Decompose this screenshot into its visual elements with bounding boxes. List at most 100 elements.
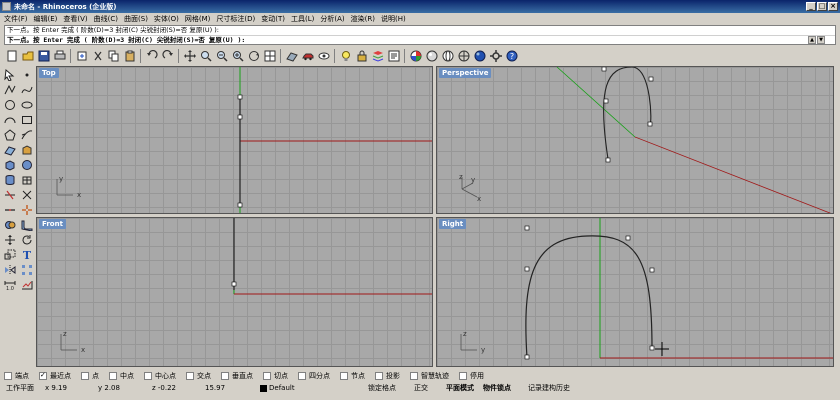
freeform-icon[interactable] bbox=[19, 128, 35, 142]
control-point[interactable] bbox=[237, 94, 243, 100]
move-icon[interactable] bbox=[2, 233, 18, 247]
close-button[interactable]: × bbox=[828, 2, 838, 11]
maximize-button[interactable]: □ bbox=[817, 2, 827, 11]
osnap-option[interactable]: 切点 bbox=[263, 371, 288, 381]
dimension-icon[interactable]: 1.0 bbox=[2, 278, 18, 292]
osnap-option[interactable]: 节点 bbox=[340, 371, 365, 381]
status-layer[interactable]: Default bbox=[260, 383, 295, 394]
four-viewports-icon[interactable] bbox=[262, 49, 277, 64]
viewport-top[interactable]: Top y x bbox=[36, 66, 433, 214]
cplane-icon[interactable] bbox=[284, 49, 299, 64]
explode-icon[interactable] bbox=[19, 203, 35, 217]
extrude-icon[interactable] bbox=[19, 143, 35, 157]
command-prompt[interactable]: 下一点。按 Enter 完成 ( 阶数(D)=3 封闭(C) 尖锐封闭(S)=否… bbox=[5, 35, 835, 44]
osnap-option[interactable]: 垂直点 bbox=[221, 371, 253, 381]
mirror-icon[interactable] bbox=[2, 263, 18, 277]
cylinder-icon[interactable] bbox=[2, 173, 18, 187]
wireframe-icon[interactable] bbox=[456, 49, 471, 64]
control-point[interactable] bbox=[605, 157, 611, 163]
redo-icon[interactable] bbox=[160, 49, 175, 64]
viewport-title-front[interactable]: Front bbox=[39, 219, 66, 229]
command-area[interactable]: 下一点。按 Enter 完成 ( 阶数(D)=3 封闭(C) 尖锐封闭(S)=否… bbox=[4, 25, 836, 45]
control-point[interactable] bbox=[237, 114, 243, 120]
menu-transform[interactable]: 变动(T) bbox=[261, 14, 285, 24]
status-ortho[interactable]: 正交 bbox=[414, 383, 428, 394]
osnap-checkbox[interactable] bbox=[410, 371, 418, 380]
osnap-option[interactable]: 停用 bbox=[459, 371, 484, 381]
menu-edit[interactable]: 编辑(E) bbox=[34, 14, 58, 24]
osnap-checkbox[interactable] bbox=[186, 371, 194, 380]
control-point[interactable] bbox=[603, 98, 609, 104]
render-icon[interactable] bbox=[424, 49, 439, 64]
control-point[interactable] bbox=[231, 281, 237, 287]
scroll-up-icon[interactable]: ▲ bbox=[808, 36, 816, 44]
rotate-icon[interactable] bbox=[19, 233, 35, 247]
osnap-checkbox[interactable] bbox=[144, 371, 152, 380]
scale-icon[interactable] bbox=[2, 248, 18, 262]
menu-surface[interactable]: 曲面(S) bbox=[124, 14, 148, 24]
curve-icon[interactable] bbox=[19, 83, 35, 97]
fillet-icon[interactable] bbox=[19, 218, 35, 232]
control-point[interactable] bbox=[647, 121, 653, 127]
light-icon[interactable] bbox=[338, 49, 353, 64]
cut-icon[interactable] bbox=[90, 49, 105, 64]
viewport-title-top[interactable]: Top bbox=[39, 68, 59, 78]
osnap-checkbox[interactable] bbox=[459, 371, 467, 380]
properties-icon[interactable] bbox=[386, 49, 401, 64]
viewport-front[interactable]: Front z x bbox=[36, 217, 433, 367]
menu-analyze[interactable]: 分析(A) bbox=[320, 14, 344, 24]
lock-icon[interactable] bbox=[354, 49, 369, 64]
menu-curve[interactable]: 曲线(C) bbox=[94, 14, 118, 24]
ellipse-icon[interactable] bbox=[19, 98, 35, 112]
zoom-selected-icon[interactable] bbox=[230, 49, 245, 64]
help-icon[interactable]: ? bbox=[504, 49, 519, 64]
osnap-checkbox[interactable] bbox=[81, 371, 89, 380]
zoom-window-icon[interactable] bbox=[198, 49, 213, 64]
menu-help[interactable]: 说明(H) bbox=[381, 14, 406, 24]
osnap-checkbox[interactable] bbox=[340, 371, 348, 380]
status-history[interactable]: 记录建构历史 bbox=[528, 383, 570, 394]
surface-icon[interactable] bbox=[2, 143, 18, 157]
boolean-icon[interactable] bbox=[2, 218, 18, 232]
control-point[interactable] bbox=[524, 354, 530, 360]
new-icon[interactable] bbox=[4, 49, 19, 64]
osnap-checkbox[interactable] bbox=[298, 371, 306, 380]
rotate-view-icon[interactable] bbox=[246, 49, 261, 64]
shaded-icon[interactable] bbox=[440, 49, 455, 64]
pan-icon[interactable] bbox=[182, 49, 197, 64]
sphere-icon[interactable] bbox=[472, 49, 487, 64]
viewport-title-right[interactable]: Right bbox=[439, 219, 467, 229]
analyze-icon[interactable] bbox=[19, 278, 35, 292]
polyline-icon[interactable] bbox=[2, 83, 18, 97]
control-point[interactable] bbox=[237, 202, 243, 208]
text-icon[interactable]: T bbox=[19, 248, 35, 262]
rectangle-icon[interactable] bbox=[19, 113, 35, 127]
viewport-perspective[interactable]: Perspective z y x bbox=[436, 66, 834, 214]
scroll-down-icon[interactable]: ▼ bbox=[817, 36, 825, 44]
osnap-option[interactable]: 最近点 bbox=[39, 371, 71, 381]
join-icon[interactable] bbox=[2, 203, 18, 217]
car-icon[interactable] bbox=[300, 49, 315, 64]
osnap-option[interactable]: 交点 bbox=[186, 371, 211, 381]
paste-icon[interactable] bbox=[122, 49, 137, 64]
status-osnap[interactable]: 物件锁点 bbox=[483, 383, 511, 394]
split-icon[interactable] bbox=[19, 188, 35, 202]
zoom-extents-icon[interactable] bbox=[214, 49, 229, 64]
box-icon[interactable] bbox=[2, 158, 18, 172]
curve[interactable] bbox=[603, 67, 652, 160]
sphere-solid-icon[interactable] bbox=[19, 158, 35, 172]
open-icon[interactable] bbox=[20, 49, 35, 64]
osnap-option[interactable]: 投影 bbox=[375, 371, 400, 381]
osnap-option[interactable]: 智慧轨迹 bbox=[410, 371, 449, 381]
control-point[interactable] bbox=[648, 76, 654, 82]
menu-dimension[interactable]: 尺寸标注(D) bbox=[216, 14, 255, 24]
polygon-icon[interactable] bbox=[2, 128, 18, 142]
osnap-checkbox[interactable] bbox=[263, 371, 271, 380]
viewport-title-perspective[interactable]: Perspective bbox=[439, 68, 492, 78]
osnap-checkbox[interactable] bbox=[4, 371, 12, 380]
viewport-right[interactable]: Right z y bbox=[436, 217, 834, 367]
control-point[interactable] bbox=[625, 235, 631, 241]
print-icon[interactable] bbox=[52, 49, 67, 64]
import-icon[interactable] bbox=[74, 49, 89, 64]
osnap-option[interactable]: 端点 bbox=[4, 371, 29, 381]
